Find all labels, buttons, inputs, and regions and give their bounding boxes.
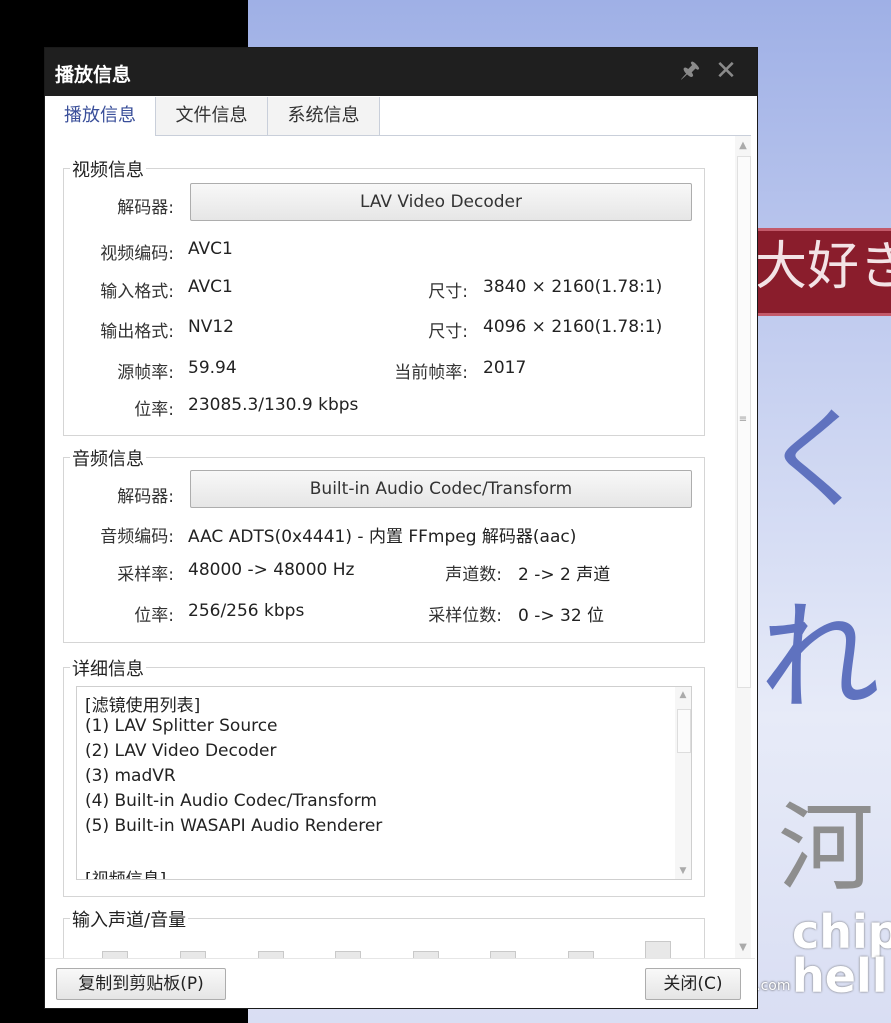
audio-decoder-button[interactable]: Built-in Audio Codec/Transform (190, 470, 692, 508)
background-kana-2: れ (760, 589, 880, 728)
input-size-value: 3840 × 2160(1.78:1) (483, 277, 663, 297)
details-scrollbar[interactable]: ▲ ▼ (675, 687, 691, 879)
current-fps-label: 当前帧率: (394, 363, 468, 383)
banner-text: 大好き (755, 237, 891, 297)
scroll-up-icon[interactable]: ▲ (675, 687, 691, 703)
video-codec-value: AVC1 (188, 239, 233, 259)
samplerate-label: 采样率: (117, 565, 174, 585)
details-line: (1) LAV Splitter Source (85, 716, 278, 736)
scroll-down-icon[interactable]: ▼ (735, 940, 751, 956)
volume-meter (413, 951, 439, 958)
audio-decoder-label: 解码器: (117, 487, 174, 507)
playback-info-dialog: 播放信息 🖈 ✕ 播放信息 文件信息 系统信息 视频信息 解码器: LAV Vi… (44, 47, 758, 1009)
video-decoder-label: 解码器: (117, 198, 174, 218)
output-size-value: 4096 × 2160(1.78:1) (483, 317, 663, 337)
details-group: 详细信息 [滤镜使用列表] (1) LAV Splitter Source (2… (63, 655, 705, 897)
source-fps-label: 源帧率: (117, 363, 174, 383)
chiphell-logo: chip hell (792, 905, 891, 1003)
volume-meter (180, 951, 206, 958)
details-line: (4) Built-in Audio Codec/Transform (85, 791, 377, 811)
tab-system-info[interactable]: 系统信息 (268, 97, 380, 135)
output-format-value: NV12 (188, 317, 234, 337)
tab-playback-info[interactable]: 播放信息 (45, 97, 156, 136)
volume-legend: 输入声道/音量 (70, 906, 189, 932)
volume-group: 输入声道/音量 (63, 906, 705, 958)
channels-value: 2 -> 2 声道 (518, 565, 611, 585)
content-scrollbar[interactable]: ▲ ≡ ▼ (735, 136, 751, 958)
volume-meter (645, 941, 671, 958)
audio-bitrate-label: 位率: (134, 606, 174, 626)
details-line: (2) LAV Video Decoder (85, 741, 277, 761)
bitdepth-value: 0 -> 32 位 (518, 606, 605, 626)
input-format-value: AVC1 (188, 277, 233, 297)
scroll-up-icon[interactable]: ▲ (735, 138, 751, 154)
volume-meter (335, 951, 361, 958)
details-textbox[interactable]: [滤镜使用列表] (1) LAV Splitter Source (2) LAV… (76, 686, 692, 880)
details-line: (3) madVR (85, 766, 176, 786)
video-decoder-button[interactable]: LAV Video Decoder (190, 183, 692, 221)
details-legend: 详细信息 (70, 655, 146, 681)
tab-bar: 播放信息 文件信息 系统信息 (45, 97, 751, 136)
audio-info-group: 音频信息 解码器: Built-in Audio Codec/Transform… (63, 445, 705, 643)
output-format-label: 输出格式: (100, 322, 174, 342)
volume-meter (490, 951, 516, 958)
channels-label: 声道数: (445, 565, 502, 585)
tab-file-info[interactable]: 文件信息 (156, 97, 268, 135)
video-bitrate-label: 位率: (134, 400, 174, 420)
samplerate-value: 48000 -> 48000 Hz (188, 560, 355, 580)
scroll-grip-icon: ≡ (738, 414, 748, 425)
volume-meter (568, 951, 594, 958)
close-button[interactable]: 关闭(C) (645, 968, 741, 1000)
details-line: [视频信息] (85, 870, 167, 880)
titlebar[interactable]: 播放信息 🖈 ✕ (45, 48, 757, 96)
audio-codec-value: AAC ADTS(0x4441) - 内置 FFmpeg 解码器(aac) (188, 527, 577, 547)
input-size-label: 尺寸: (428, 282, 468, 302)
video-bitrate-value: 23085.3/130.9 kbps (188, 395, 359, 415)
tab-content: 视频信息 解码器: LAV Video Decoder 视频编码: AVC1 输… (45, 136, 735, 958)
bitdepth-label: 采样位数: (428, 606, 502, 626)
audio-info-legend: 音频信息 (70, 445, 146, 471)
video-info-legend: 视频信息 (70, 156, 146, 182)
dialog-title: 播放信息 (55, 64, 132, 86)
scroll-down-icon[interactable]: ▼ (675, 863, 691, 879)
current-fps-value: 2017 (483, 358, 527, 378)
dialog-footer: 复制到剪贴板(P) 关闭(C) (45, 958, 755, 1008)
details-line: (5) Built-in WASAPI Audio Renderer (85, 816, 383, 836)
video-codec-label: 视频编码: (100, 244, 174, 264)
volume-meter (258, 951, 284, 958)
copy-to-clipboard-button[interactable]: 复制到剪贴板(P) (56, 968, 226, 1000)
audio-bitrate-value: 256/256 kbps (188, 601, 305, 621)
video-info-group: 视频信息 解码器: LAV Video Decoder 视频编码: AVC1 输… (63, 156, 705, 436)
details-scroll-thumb[interactable] (677, 709, 691, 753)
details-line: [滤镜使用列表] (85, 696, 201, 716)
background-kanji: 河 (778, 792, 874, 904)
input-format-label: 输入格式: (100, 282, 174, 302)
audio-codec-label: 音频编码: (100, 527, 174, 547)
background-kana-1: く (762, 396, 872, 524)
volume-meter (102, 951, 128, 958)
source-fps-value: 59.94 (188, 358, 237, 378)
output-size-label: 尺寸: (428, 322, 468, 342)
close-icon[interactable]: ✕ (713, 58, 739, 84)
pin-icon[interactable]: 🖈 (677, 58, 703, 84)
